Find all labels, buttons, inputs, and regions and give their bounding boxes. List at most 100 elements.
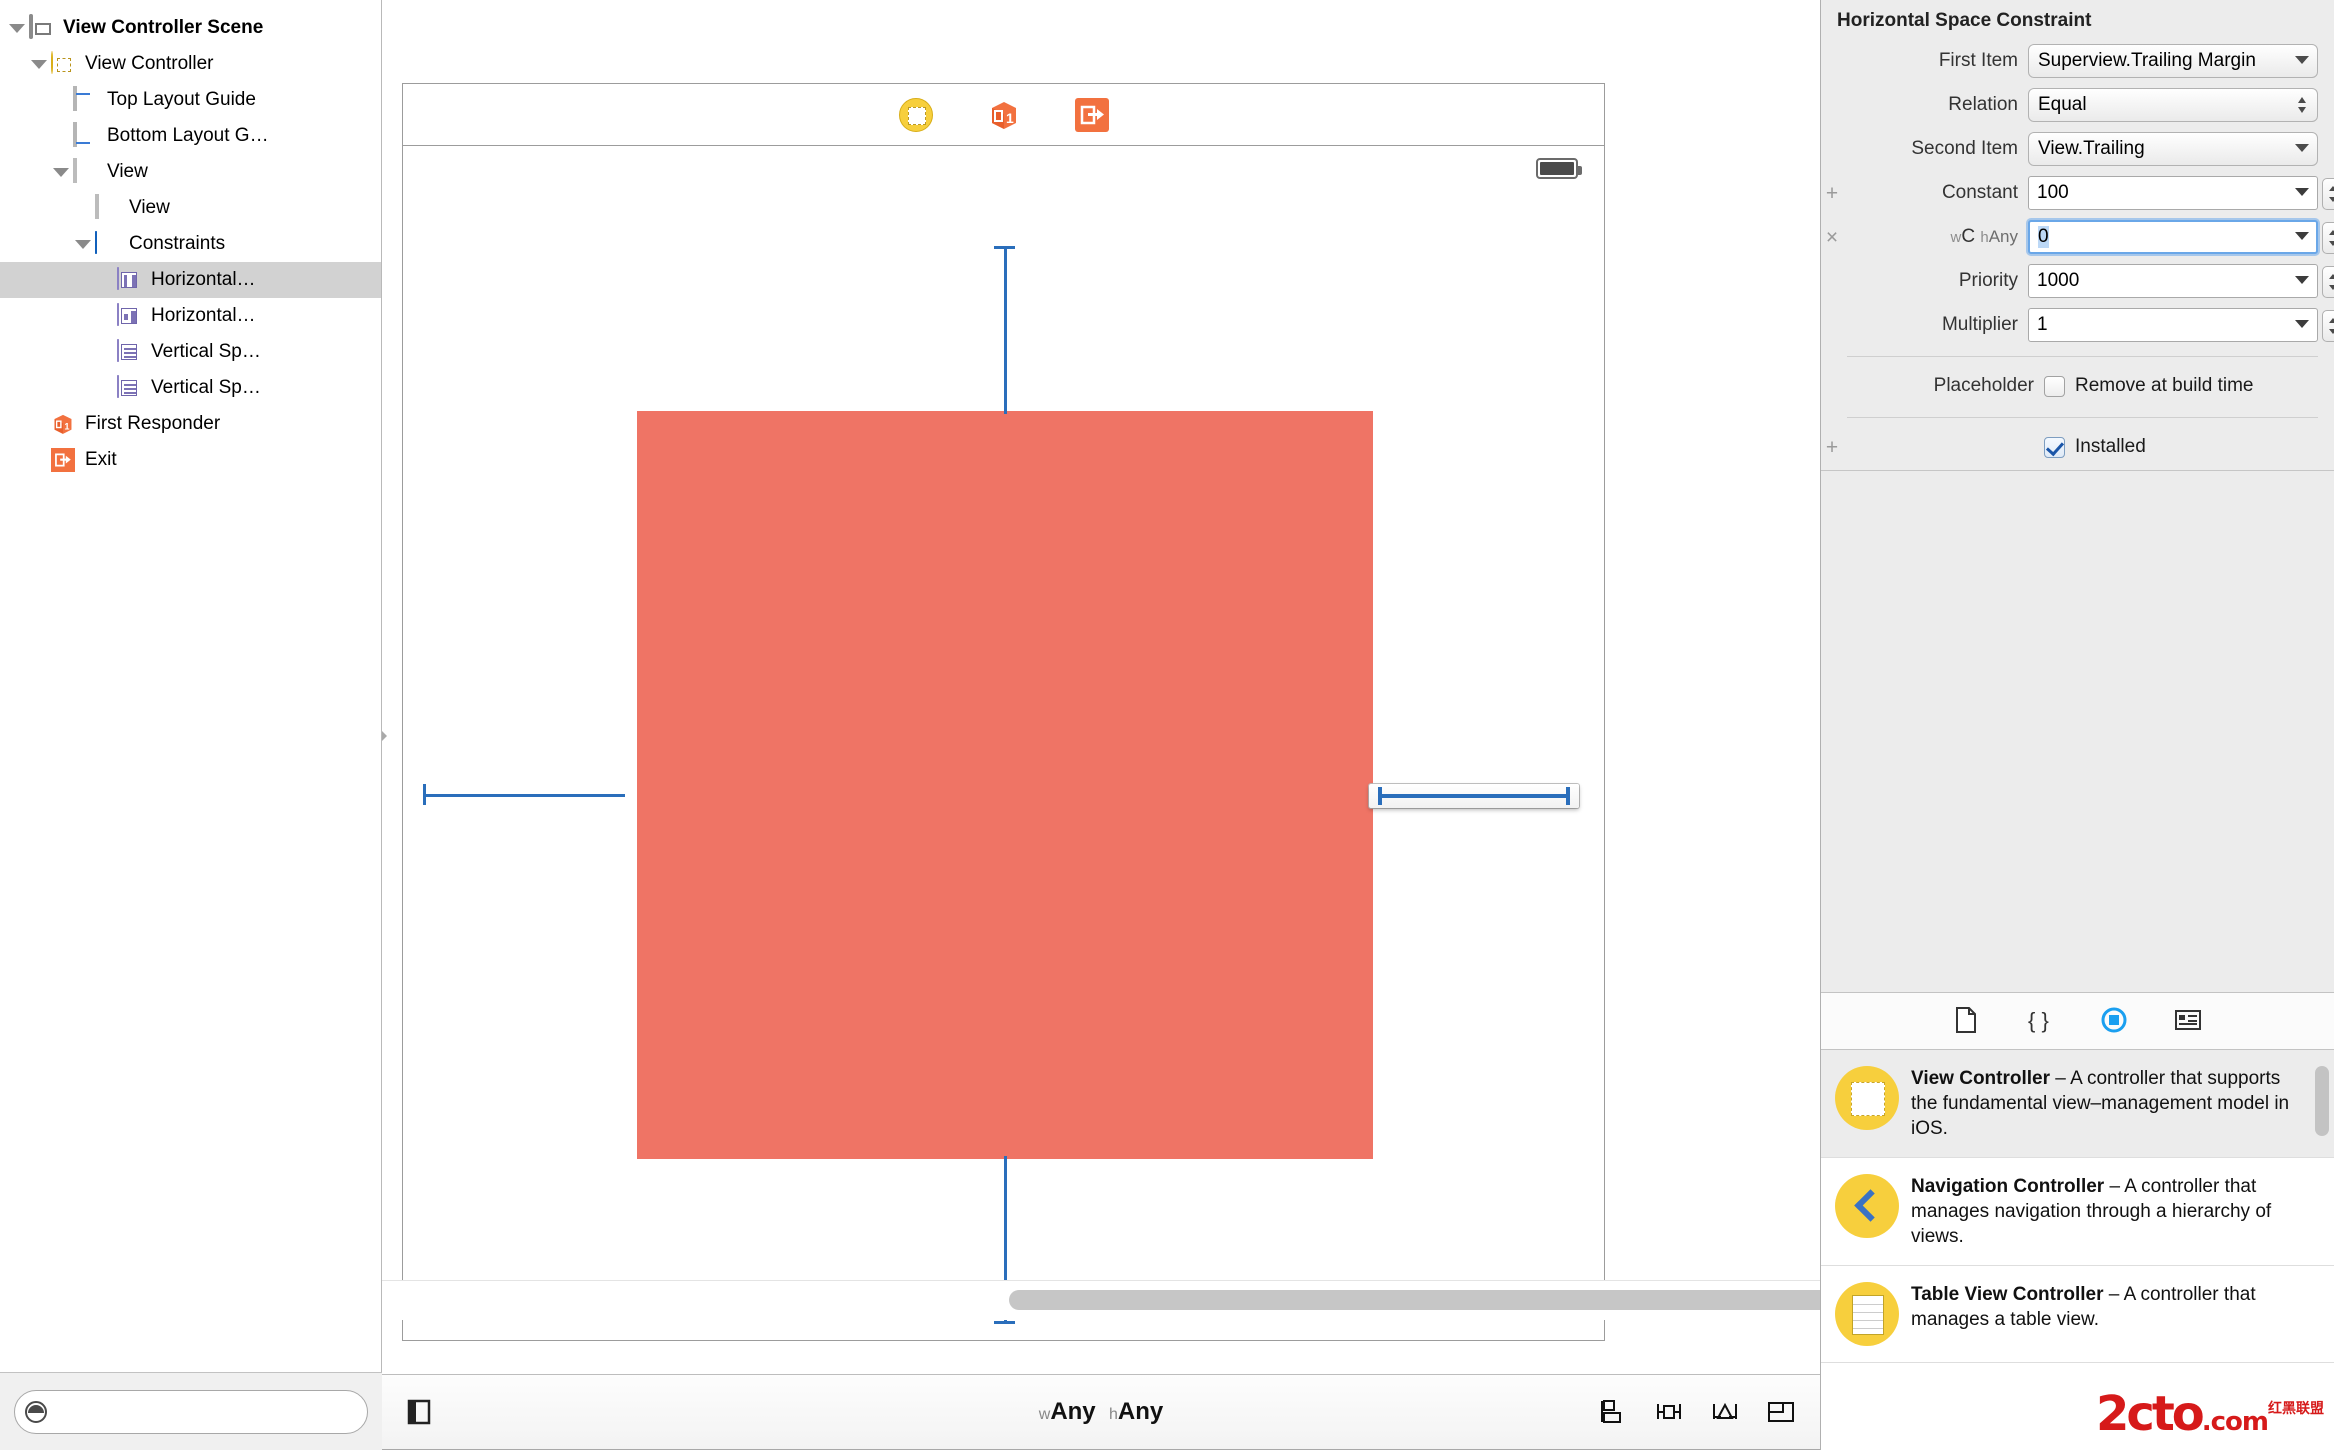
outline-row-exit[interactable]: Exit [0, 442, 381, 478]
outline-filter-bar [0, 1372, 382, 1450]
view-controller-icon [51, 52, 77, 76]
object-library-icon[interactable] [2100, 1006, 2130, 1036]
outline-row-horizontal[interactable]: Horizontal… [0, 262, 381, 298]
outline-row-label: Constraints [129, 234, 225, 254]
code-snippet-library-icon[interactable]: { } [2026, 1006, 2056, 1036]
outline-row-first-responder[interactable]: 1First Responder [0, 406, 381, 442]
wc-hany-stepper[interactable] [2322, 222, 2334, 254]
view-controller-scene[interactable]: 1 [402, 83, 1605, 1341]
outline-row-view[interactable]: View [0, 154, 381, 190]
exit-icon[interactable] [1075, 98, 1109, 132]
outline-row-constraints[interactable]: Constraints [0, 226, 381, 262]
first-responder-icon[interactable]: 1 [987, 98, 1021, 132]
top-layout-guide-icon [73, 88, 99, 112]
constraint-top-vertical-space[interactable] [1003, 246, 1007, 414]
field-row-first-item: First Item Superview.Trailing Margin [1821, 40, 2318, 82]
scene-icon [29, 16, 55, 40]
library-item[interactable]: Table View Controller – A controller tha… [1821, 1266, 2334, 1363]
library-item-title: Navigation Controller [1911, 1176, 2104, 1197]
wc-hany-input[interactable]: 0 [2028, 220, 2318, 254]
chevron-down-icon [2295, 188, 2309, 196]
disclosure-triangle-icon[interactable] [8, 19, 26, 37]
view-controller-icon[interactable] [899, 98, 933, 132]
first-item-value: Superview.Trailing Margin [2038, 50, 2256, 72]
outline-row-vertical-sp[interactable]: Vertical Sp… [0, 370, 381, 406]
document-outline-tree[interactable]: View Controller Scene View Controller Top … [0, 0, 381, 478]
outline-row-label: Exit [85, 450, 117, 470]
outline-row-label: Bottom Layout G… [107, 126, 269, 146]
multiplier-stepper[interactable] [2322, 310, 2334, 342]
resolve-auto-layout-issues-icon[interactable] [1710, 1398, 1740, 1426]
panel-expand-handle[interactable] [382, 715, 394, 757]
constraint-trailing-horizontal-space-selected[interactable] [1369, 784, 1579, 808]
field-row-priority: Priority1000 [1821, 260, 2318, 302]
disclosure-spacer [74, 199, 92, 217]
relation-label: Relation [1843, 94, 2028, 116]
canvas-panel: 1 [382, 0, 1820, 1450]
outline-row-view-controller[interactable]: View Controller [0, 46, 381, 82]
field-row-relation: RelationEqual [1821, 84, 2318, 126]
view-controller-library-icon [1835, 1066, 1899, 1130]
xcode-interface-builder-window: View Controller Scene View Controller Top … [0, 0, 2334, 1450]
watermark: 2cto.com红黑联盟 [2096, 1386, 2324, 1442]
selected-view[interactable] [637, 411, 1373, 1159]
priority-input[interactable]: 1000 [2028, 264, 2318, 298]
wc-hany-variation-sign[interactable]: × [1821, 227, 1843, 248]
library-item[interactable]: Navigation Controller – A controller tha… [1821, 1158, 2334, 1266]
inspector-title: Horizontal Space Constraint [1821, 0, 2334, 40]
resizing-behaviour-icon[interactable] [1766, 1398, 1796, 1426]
device-status-bar [403, 146, 1604, 194]
exit-icon [51, 448, 77, 472]
canvas-horizontal-scrollbar[interactable] [382, 1280, 1820, 1320]
disclosure-triangle-icon[interactable] [30, 55, 48, 73]
first-item-popup[interactable]: Superview.Trailing Margin [2028, 44, 2318, 78]
placeholder-control: Remove at build time [2044, 366, 2334, 406]
media-library-icon[interactable] [2174, 1006, 2204, 1036]
constant-variation-sign[interactable]: + [1821, 183, 1843, 204]
installed-checkbox[interactable] [2044, 437, 2065, 458]
disclosure-spacer [96, 379, 114, 397]
constraint-leading-horizontal-space[interactable] [423, 793, 625, 797]
outline-row-view[interactable]: View [0, 190, 381, 226]
remove-at-build-time-checkbox[interactable] [2044, 376, 2065, 397]
library-item[interactable]: View Controller – A controller that supp… [1821, 1050, 2334, 1158]
disclosure-triangle-icon[interactable] [74, 235, 92, 253]
add-installed-variation-button[interactable]: + [1821, 437, 1843, 458]
canvas-scroll-thumb[interactable] [1009, 1290, 1820, 1310]
document-outline-panel: View Controller Scene View Controller Top … [0, 0, 382, 1450]
second-item-value: View.Trailing [2038, 138, 2145, 160]
second-item-popup[interactable]: View.Trailing [2028, 132, 2318, 166]
library-scrollbar[interactable] [2315, 1066, 2329, 1136]
outline-filter-field[interactable] [14, 1390, 368, 1434]
interface-builder-canvas[interactable]: 1 [382, 0, 1820, 1374]
align-icon[interactable] [1598, 1398, 1628, 1426]
table-view-controller-library-icon [1835, 1282, 1899, 1346]
library-item-title: Table View Controller [1911, 1284, 2104, 1305]
relation-popup[interactable]: Equal [2028, 88, 2318, 122]
outline-row-label: View Controller [85, 54, 213, 74]
outline-row-label: Top Layout Guide [107, 90, 256, 110]
pin-icon[interactable] [1654, 1398, 1684, 1426]
library-tab-bar[interactable]: { } [1821, 992, 2334, 1050]
installed-row: + Installed [1821, 426, 2334, 468]
scene-dock[interactable]: 1 [403, 84, 1604, 146]
first-item-label: First Item [1843, 50, 2028, 72]
outline-row-label: Horizontal… [151, 306, 256, 326]
outline-row-top-layout-guide[interactable]: Top Layout Guide [0, 82, 381, 118]
outline-row-view-controller-scene[interactable]: View Controller Scene [0, 10, 381, 46]
constant-stepper[interactable] [2322, 178, 2334, 210]
multiplier-input[interactable]: 1 [2028, 308, 2318, 342]
device-screen[interactable] [403, 146, 1604, 1340]
bottom-layout-guide-icon [73, 124, 99, 148]
file-template-library-icon[interactable] [1952, 1006, 1982, 1036]
outline-row-vertical-sp[interactable]: Vertical Sp… [0, 334, 381, 370]
outline-row-horizontal[interactable]: Horizontal… [0, 298, 381, 334]
outline-row-bottom-layout-g[interactable]: Bottom Layout G… [0, 118, 381, 154]
priority-stepper[interactable] [2322, 266, 2334, 298]
auto-layout-toolbar [1598, 1398, 1796, 1426]
constraints-icon [95, 232, 121, 256]
vertical-constraint-icon [117, 340, 143, 364]
constant-input[interactable]: 100 [2028, 176, 2318, 210]
horizontal-constraint-icon [117, 268, 143, 292]
disclosure-triangle-icon[interactable] [52, 163, 70, 181]
